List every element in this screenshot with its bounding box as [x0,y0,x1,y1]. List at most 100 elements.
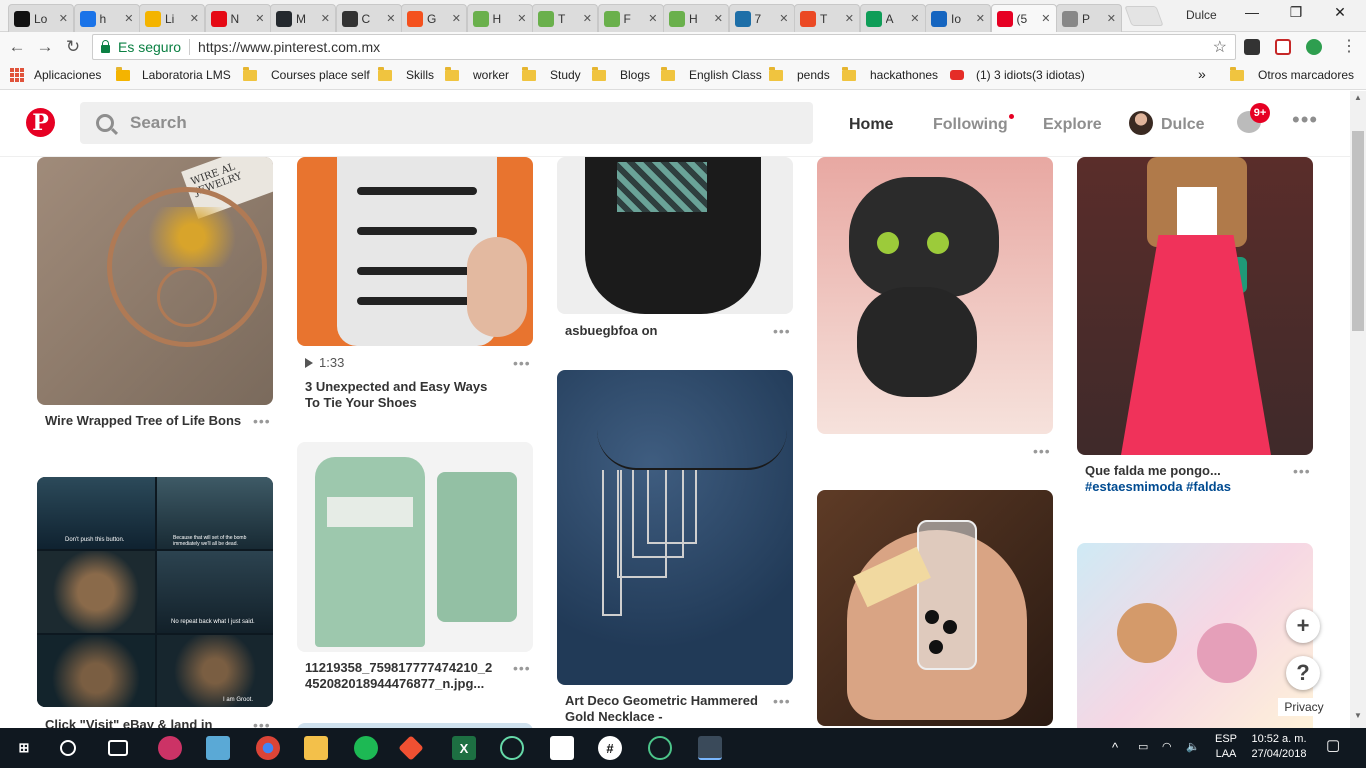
help-button[interactable]: ? [1286,656,1320,690]
pin-image-tree-of-life[interactable]: WIRE AL JEWELRY [37,157,273,405]
pin-title[interactable]: Art Deco Geometric Hammered Gold Necklac… [565,693,765,725]
bookmark-other[interactable]: Otros marcadores [1230,66,1354,82]
bookmark-folder-worker[interactable]: worker [445,66,509,82]
git-icon[interactable] [398,735,424,761]
tab-close-icon[interactable]: ✕ [976,12,985,25]
tab-close-icon[interactable]: ✕ [583,12,592,25]
pin-title[interactable]: 11219358_759817777474210_2 4520820189444… [305,660,505,692]
chrome-icon[interactable] [256,736,280,760]
pin-more-icon[interactable]: ••• [773,693,791,709]
spotify-icon[interactable] [354,736,378,760]
pin-title[interactable]: Click "Visit" eBay & land in [45,717,245,728]
bookmark-folder-skills[interactable]: Skills [378,66,434,82]
pin-image-shoes-video[interactable] [297,157,533,346]
pin-more-icon[interactable]: ••• [1293,463,1311,479]
privacy-link[interactable]: Privacy [1278,698,1330,716]
tab-close-icon[interactable]: ✕ [714,12,723,25]
bookmark-folder-hackathones[interactable]: hackathones [842,66,938,82]
notifications-icon[interactable]: ▢ [1326,738,1340,753]
bookmark-folder-study[interactable]: Study [522,66,581,82]
close-window-icon[interactable]: ✕ [1320,4,1360,21]
pin-more-icon[interactable]: ••• [253,717,271,728]
maximize-icon[interactable]: ❐ [1276,4,1316,21]
browser-tab[interactable]: G ✕ [401,4,467,32]
tab-close-icon[interactable]: ✕ [124,12,133,25]
pin-image-toothless[interactable] [817,157,1053,434]
pin-image-green-blouse[interactable] [297,442,533,652]
atom-icon[interactable] [500,736,524,760]
extension-pocket-icon[interactable] [1275,39,1291,55]
pin-title[interactable]: asbuegbfoa on [565,323,765,339]
bookmark-star-icon[interactable]: ☆ [1213,37,1227,57]
scrollbar-thumb[interactable] [1352,131,1364,331]
browser-tab[interactable]: (5 ✕ [990,4,1057,32]
scroll-up-icon[interactable]: ▲ [1350,93,1366,102]
extension-grammarly-icon[interactable] [1306,39,1322,55]
search-input[interactable] [130,113,730,133]
browser-tab[interactable]: N ✕ [204,4,271,32]
minimize-icon[interactable]: — [1232,4,1272,20]
more-bookmarks-icon[interactable]: » [1198,66,1206,82]
pin-hashtags[interactable]: #estaesmimoda #faldas [1085,479,1231,494]
browser-tab[interactable]: F ✕ [597,4,664,32]
pin-image-red-skirt[interactable] [1077,157,1313,455]
tab-close-icon[interactable]: ✕ [255,12,264,25]
browser-tab[interactable]: 7 ✕ [728,4,795,32]
chrome-menu-icon[interactable]: ⋮ [1338,36,1360,56]
network-icon[interactable]: ◠ [1162,740,1172,755]
tab-close-icon[interactable]: ✕ [386,12,395,25]
tab-close-icon[interactable]: ✕ [452,12,461,25]
new-tab-button[interactable] [1124,6,1164,26]
avatar[interactable] [1129,111,1153,135]
browser-tab[interactable]: C ✕ [335,4,402,32]
show-hidden-icons[interactable]: ^ [1112,740,1118,755]
tab-close-icon[interactable]: ✕ [910,12,919,25]
pin-image-groot-comic[interactable]: Don't push this button. Because that wil… [37,477,273,707]
bookmark-apps[interactable]: Aplicaciones [10,68,101,82]
pin-more-icon[interactable]: ••• [773,323,791,339]
browser-tab[interactable]: H ✕ [663,4,729,32]
pin-more-icon[interactable]: ••• [253,413,271,429]
tab-close-icon[interactable]: ✕ [1107,12,1116,25]
cortana-icon[interactable] [60,740,76,756]
browser-tab[interactable]: Lo ✕ [8,4,74,32]
tab-close-icon[interactable]: ✕ [1041,12,1050,25]
reload-icon[interactable]: ↻ [62,37,84,57]
pin-title[interactable]: Wire Wrapped Tree of Life Bons [45,413,245,429]
browser-tab[interactable]: Io ✕ [925,4,991,32]
bookmark-folder-blogs[interactable]: Blogs [592,66,650,82]
pin-title[interactable]: Que falda me pongo... #estaesmimoda #fal… [1085,463,1285,495]
tab-close-icon[interactable]: ✕ [845,12,854,25]
pin-image-scarf[interactable] [557,157,793,314]
task-view-icon[interactable] [108,740,128,756]
browser-tab[interactable]: T ✕ [794,4,860,32]
chrome-active-icon[interactable] [698,736,722,760]
back-icon[interactable]: ← [6,37,28,57]
pin-title[interactable]: 3 Unexpected and Easy Ways To Tie Your S… [305,379,505,411]
paint-icon[interactable] [158,736,182,760]
browser-tab[interactable]: Li ✕ [139,4,205,32]
scroll-down-icon[interactable]: ▼ [1350,711,1366,720]
forward-icon[interactable]: → [34,37,56,57]
tab-close-icon[interactable]: ✕ [59,12,68,25]
browser-tab[interactable]: M ✕ [270,4,336,32]
tab-close-icon[interactable]: ✕ [648,12,657,25]
bookmark-youtube[interactable]: (1) 3 idiots(3 idiotas) [950,68,1085,82]
extension-off-icon[interactable] [1244,39,1260,55]
page-scrollbar[interactable]: ▲ ▼ [1350,91,1366,728]
tab-close-icon[interactable]: ✕ [321,12,330,25]
browser-tab[interactable]: H ✕ [466,4,533,32]
search-bar[interactable] [80,102,813,144]
nav-explore[interactable]: Explore [1043,116,1102,134]
file-explorer-icon[interactable] [304,736,328,760]
windows-start-icon[interactable]: ⊞ [12,736,36,760]
atom-alt-icon[interactable] [648,736,672,760]
url-text[interactable]: https://www.pinterest.com.mx [198,39,380,55]
nav-home[interactable]: Home [849,116,893,134]
bookmark-folder-english[interactable]: English Class [661,66,762,82]
pin-more-icon[interactable]: ••• [513,660,531,676]
battery-icon[interactable]: ▭ [1138,740,1148,755]
tab-close-icon[interactable]: ✕ [779,12,788,25]
pin-more-icon[interactable]: ••• [513,355,531,371]
volume-mute-icon[interactable]: 🔈 [1186,740,1200,755]
